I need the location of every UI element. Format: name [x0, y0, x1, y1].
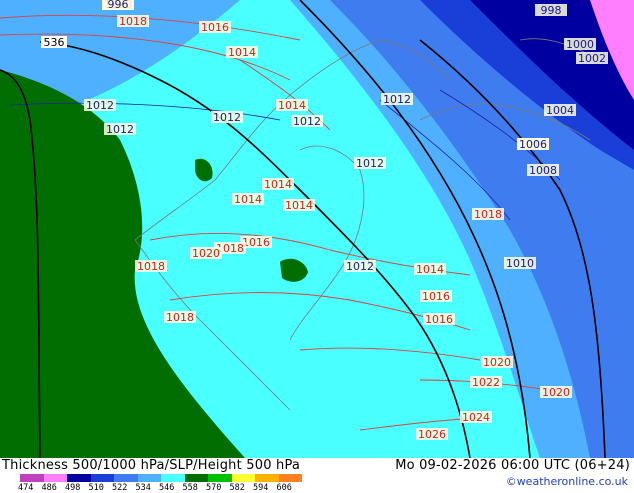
slp-label: 1012	[86, 99, 114, 112]
slp-label: 1018	[474, 208, 502, 221]
slp-label: 1000	[566, 38, 594, 51]
slp-label: 1014	[278, 99, 306, 112]
slp-label: 996	[108, 0, 129, 11]
slp-label: 1012	[356, 157, 384, 170]
color-swatch	[161, 474, 185, 482]
scale-tick: 558	[182, 483, 198, 493]
slp-label: 1012	[213, 111, 241, 124]
slp-label: 1012	[106, 123, 134, 136]
map-title: Thickness 500/1000 hPa/SLP/Height 500 hP…	[2, 458, 301, 473]
slp-label: 1014	[285, 199, 313, 212]
scale-tick: 534	[135, 483, 151, 493]
color-swatch	[278, 474, 302, 482]
slp-label: 1010	[506, 257, 534, 270]
scale-tick: 474	[18, 483, 34, 493]
color-swatch	[137, 474, 161, 482]
scale-tick: 606	[276, 483, 292, 493]
slp-label: 1016	[201, 21, 229, 34]
scale-tick: 594	[253, 483, 269, 493]
color-swatch	[231, 474, 255, 482]
scale-tick: 498	[65, 483, 81, 493]
slp-label: 1018	[119, 15, 147, 28]
scale-tick: 570	[206, 483, 222, 493]
slp-label: 1008	[529, 164, 557, 177]
valid-datetime: Mo 09-02-2026 06:00 UTC (06+24)	[395, 458, 630, 473]
slp-label: 1004	[546, 104, 574, 117]
footer: Thickness 500/1000 hPa/SLP/Height 500 hP…	[0, 458, 634, 493]
slp-label: 998	[541, 4, 562, 17]
slp-label: 1020	[483, 356, 511, 369]
slp-label: 1022	[472, 376, 500, 389]
slp-label: 1016	[422, 290, 450, 303]
slp-label: 1012	[346, 260, 374, 273]
slp-label: 1020	[192, 247, 220, 260]
slp-label: 1026	[418, 428, 446, 441]
slp-label: 1014	[228, 46, 256, 59]
color-swatch	[184, 474, 208, 482]
color-swatch	[67, 474, 91, 482]
slp-label: 1006	[519, 138, 547, 151]
slp-label: 1012	[383, 93, 411, 106]
slp-label: 1024	[462, 411, 490, 424]
color-scale	[20, 474, 302, 482]
slp-label: 1002	[578, 52, 606, 65]
slp-label: 1018	[137, 260, 165, 273]
slp-label: 1020	[542, 386, 570, 399]
color-scale-ticks: 474 486 498 510 522 534 546 558 570 582 594 606	[18, 483, 300, 493]
credit-link[interactable]: ©weatheronline.co.uk	[506, 475, 628, 488]
slp-label: 1014	[264, 178, 292, 191]
slp-label: 1018	[166, 311, 194, 324]
color-swatch	[20, 474, 44, 482]
color-swatch	[255, 474, 279, 482]
color-swatch	[43, 474, 67, 482]
scale-tick: 522	[112, 483, 128, 493]
color-swatch	[208, 474, 232, 482]
height-label-layer: 536	[41, 36, 67, 49]
slp-label: 1012	[293, 115, 321, 128]
slp-label: 1014	[234, 193, 262, 206]
scale-tick: 486	[41, 483, 57, 493]
weather-map: 1020 1018 1016 1014 1012 1012 1012 1014 1012 1012…	[0, 0, 634, 458]
scale-tick: 582	[229, 483, 245, 493]
color-swatch	[90, 474, 114, 482]
height-label: 536	[44, 36, 65, 49]
slp-label: 1016	[425, 313, 453, 326]
slp-label: 1016	[242, 236, 270, 249]
color-swatch	[114, 474, 138, 482]
scale-tick: 546	[159, 483, 175, 493]
slp-label: 1014	[416, 263, 444, 276]
scale-tick: 510	[88, 483, 104, 493]
